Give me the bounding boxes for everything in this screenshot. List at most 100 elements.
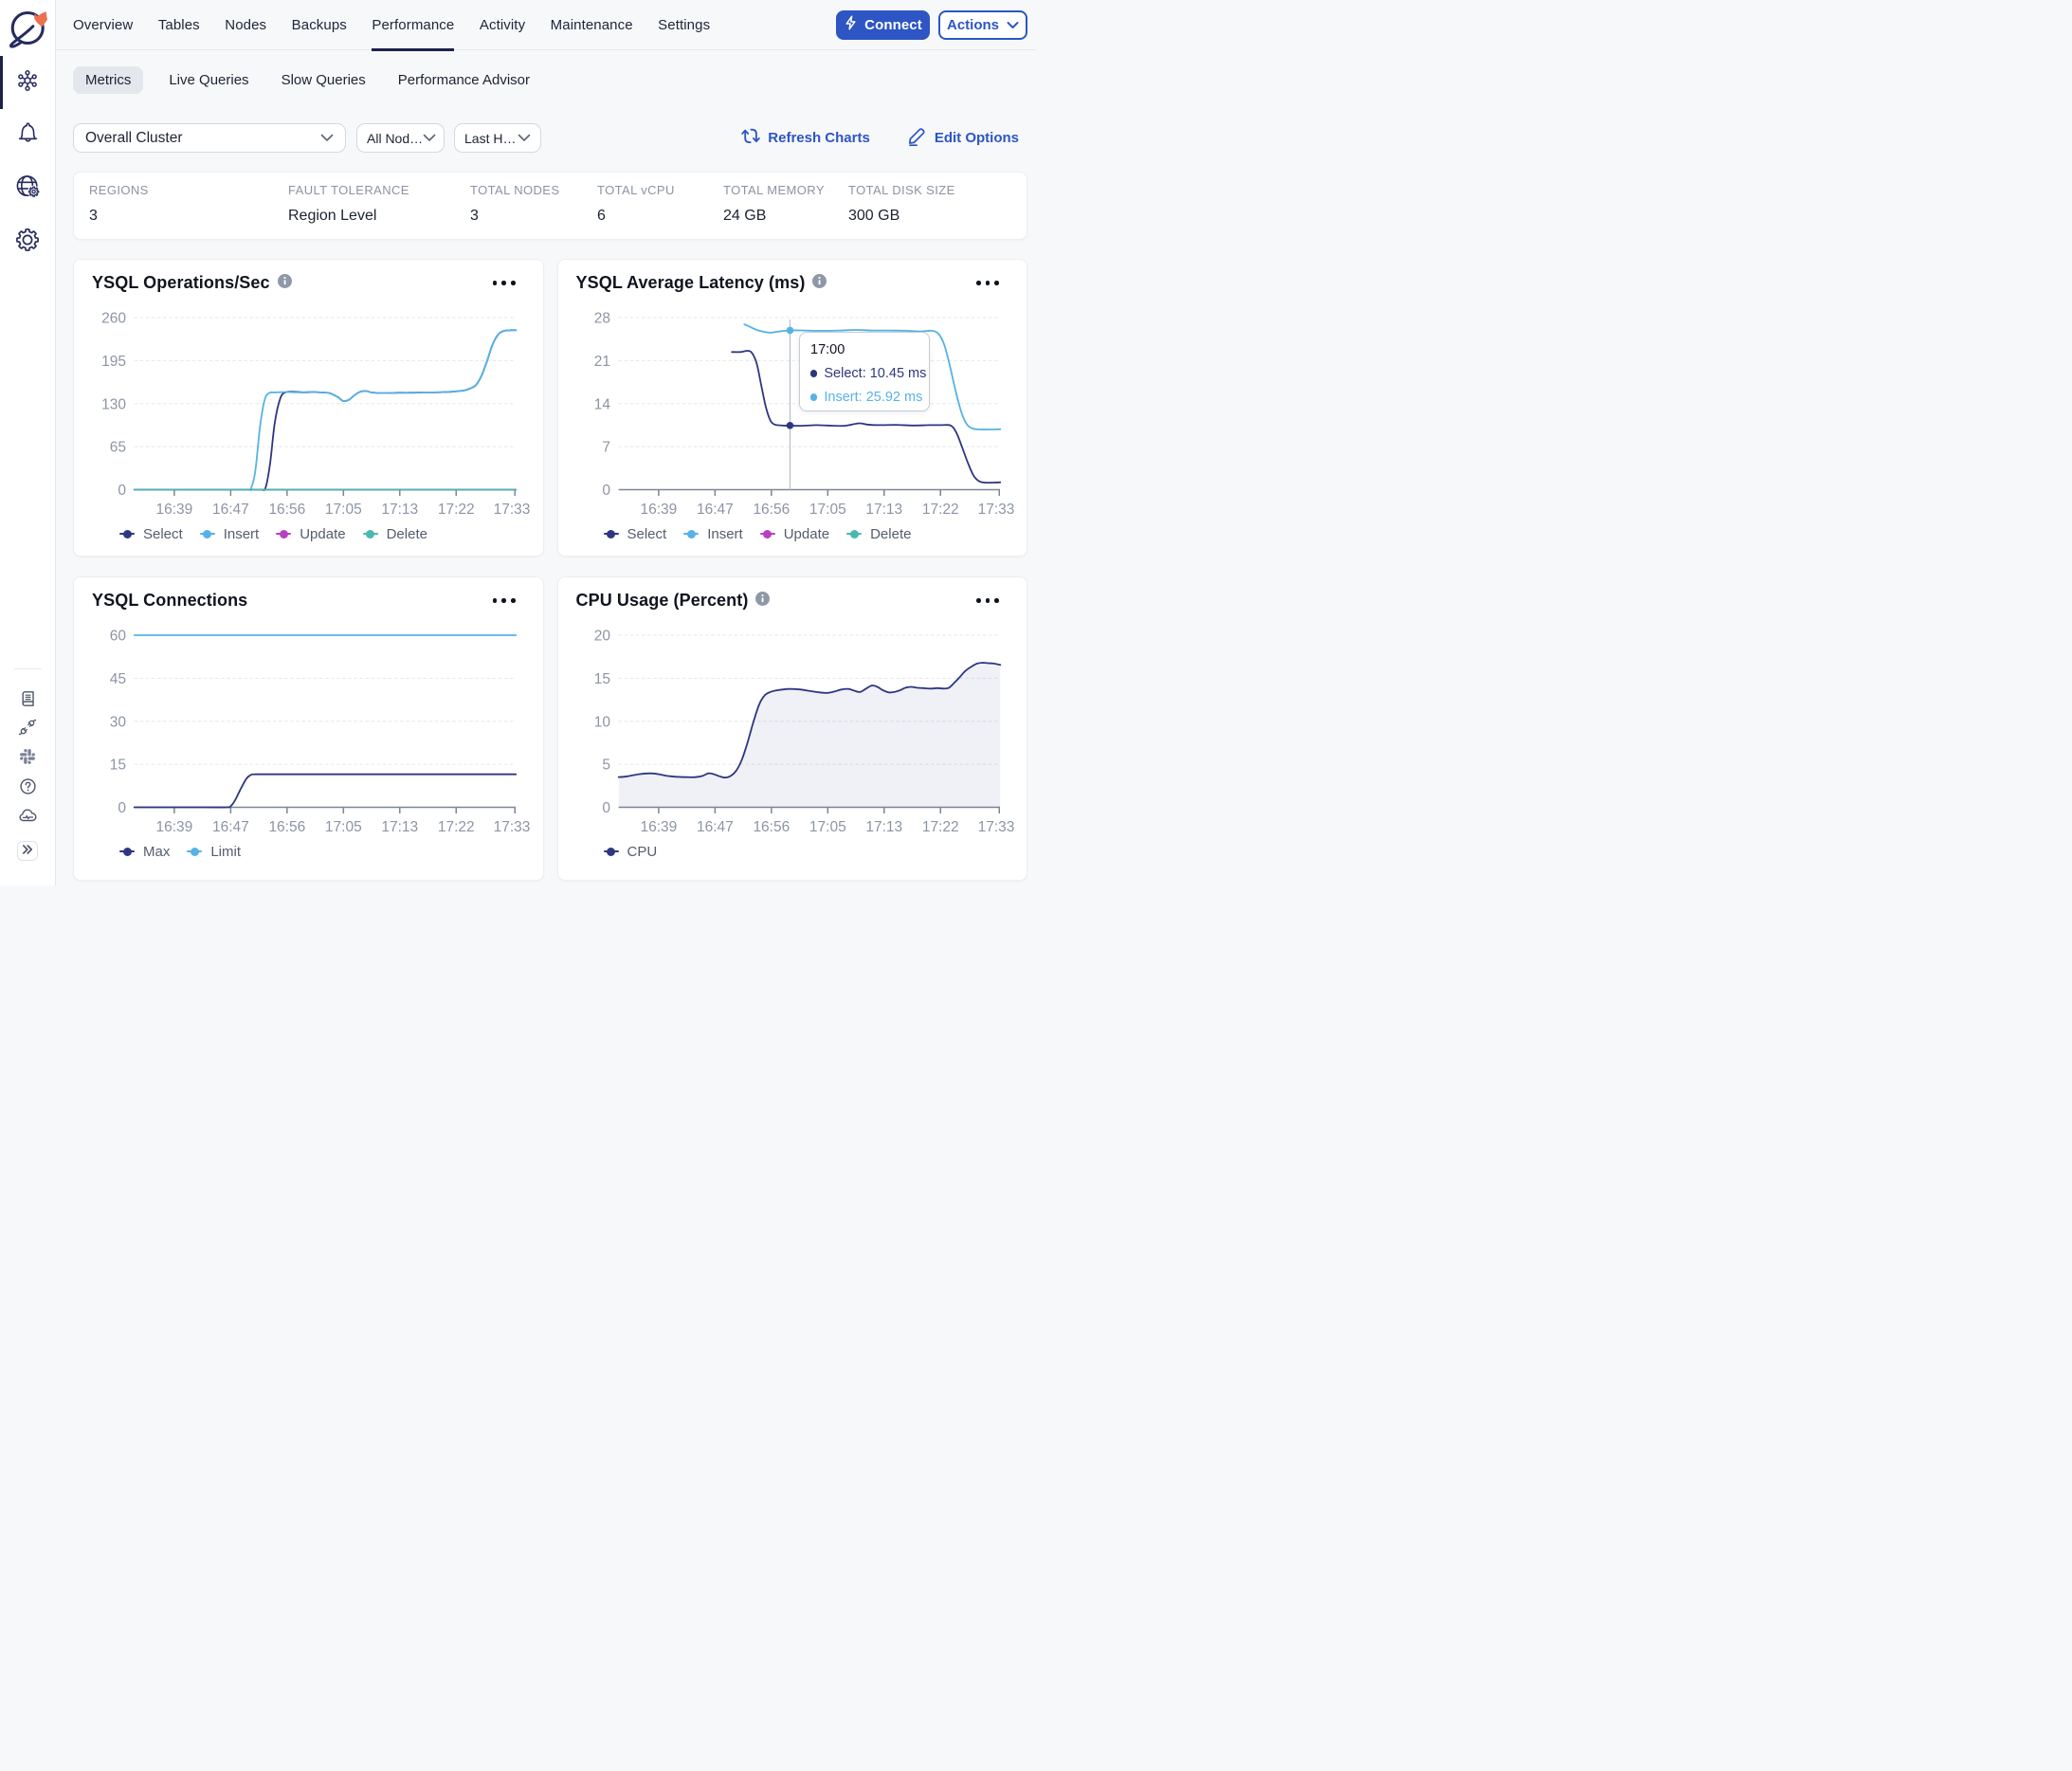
nav-tabs: Overview Tables Nodes Backups Performance Act… — [73, 0, 736, 51]
stat-regions: REGIONS 3 — [89, 183, 288, 239]
sidebar-expand-button[interactable] — [17, 841, 38, 861]
chart-menu-button[interactable] — [492, 598, 516, 603]
nodes-select-value: All Nod… — [367, 130, 424, 146]
svg-text:15: 15 — [593, 671, 609, 687]
tooltip-row-text: Insert: 25.92 ms — [824, 390, 923, 405]
nav-tab-activity[interactable]: Activity — [480, 0, 525, 50]
legend-item-select[interactable]: Select — [119, 526, 183, 542]
subtab-metrics[interactable]: Metrics — [73, 66, 144, 94]
cluster-select-value: Overall Cluster — [85, 129, 183, 146]
svg-text:14: 14 — [593, 396, 610, 412]
edit-options-button[interactable]: Edit Options — [907, 126, 1019, 150]
legend-item-cpu[interactable]: CPU — [603, 844, 657, 860]
tooltip-row-insert: Insert: 25.92 ms — [810, 390, 929, 405]
sidebar-item-integrations[interactable] — [0, 715, 55, 744]
legend-label: Update — [783, 525, 830, 542]
sidebar-item-help[interactable] — [0, 774, 55, 803]
sidebar-item-slack[interactable] — [0, 744, 55, 774]
connect-label: Connect — [864, 16, 922, 33]
chart-title: YSQL Operations/Sec — [92, 273, 270, 292]
sidebar-item-alerts[interactable] — [0, 109, 55, 162]
legend-item-update[interactable]: Update — [759, 525, 830, 542]
cluster-stats-bar: REGIONS 3 FAULT TOLERANCE Region Level TOTAL… — [73, 172, 1027, 240]
svg-text:17:33: 17:33 — [977, 819, 1014, 835]
time-range-select[interactable]: Last H… — [454, 123, 541, 153]
cluster-select[interactable]: Overall Cluster — [73, 123, 346, 153]
nav-tab-performance[interactable]: Performance — [372, 0, 455, 51]
actions-label: Actions — [946, 16, 999, 33]
legend-item-delete[interactable]: Delete — [362, 525, 427, 542]
chevron-down-icon — [320, 134, 334, 142]
svg-text:17:33: 17:33 — [494, 502, 531, 518]
refresh-charts-button[interactable]: Refresh Charts — [741, 127, 870, 149]
stat-total-nodes: TOTAL NODES 3 — [470, 183, 597, 239]
legend-label: Delete — [870, 525, 912, 542]
legend-marker — [199, 528, 215, 539]
svg-text:16:47: 16:47 — [212, 502, 249, 518]
svg-text:16:39: 16:39 — [640, 819, 677, 835]
svg-text:15: 15 — [110, 758, 126, 774]
info-icon[interactable] — [755, 591, 771, 611]
stat-value: 6 — [597, 208, 606, 224]
chart-legend: CPU — [603, 840, 675, 863]
chart-menu-button[interactable] — [492, 281, 516, 285]
svg-text:28: 28 — [593, 311, 609, 327]
legend-item-limit[interactable]: Limit — [187, 844, 241, 860]
info-icon[interactable] — [277, 273, 292, 293]
stat-label: TOTAL DISK SIZE — [848, 183, 955, 197]
svg-text:17:33: 17:33 — [494, 819, 531, 835]
svg-text:16:39: 16:39 — [156, 819, 193, 835]
svg-text:0: 0 — [602, 483, 610, 499]
chart-card-2: YSQL Connections 0 15 30 45 60 16:39 16:47 16:56… — [73, 576, 544, 881]
nav-tab-maintenance[interactable]: Maintenance — [551, 0, 633, 50]
subtab-live-queries[interactable]: Live Queries — [156, 66, 261, 94]
nodes-select[interactable]: All Nod… — [356, 123, 445, 153]
legend-label: Insert — [707, 525, 743, 542]
legend-label: Delete — [386, 525, 427, 542]
svg-text:17:13: 17:13 — [381, 502, 418, 518]
nav-tab-settings[interactable]: Settings — [658, 0, 710, 50]
actions-button[interactable]: Actions — [938, 9, 1027, 40]
svg-text:16:47: 16:47 — [696, 502, 733, 518]
chart-title: YSQL Average Latency (ms) — [575, 273, 806, 292]
nav-tab-overview[interactable]: Overview — [73, 0, 133, 50]
sidebar-item-clusters[interactable] — [0, 56, 55, 109]
chart-legend: Select Insert Update Delete — [119, 522, 445, 545]
chart-plot: 0 5 10 15 20 16:39 16:47 16:56 17:05 17:13 17:22 17… — [593, 629, 1014, 836]
svg-text:17:13: 17:13 — [381, 819, 418, 835]
filters-row: Overall Cluster All Nod… Last H… Refresh… — [73, 123, 1019, 153]
stat-value: 24 GB — [723, 208, 767, 224]
sidebar-item-docs[interactable] — [0, 685, 55, 715]
connect-button[interactable]: Connect — [836, 9, 930, 40]
chart-legend: Max Limit — [119, 840, 258, 863]
sidebar-item-settings[interactable] — [0, 215, 55, 268]
chevron-down-icon — [1007, 17, 1019, 33]
legend-item-max[interactable]: Max — [119, 844, 170, 860]
yugabyte-logo[interactable] — [0, 0, 55, 56]
subtab-performance-advisor[interactable]: Performance Advisor — [386, 66, 542, 94]
nav-tab-nodes[interactable]: Nodes — [225, 0, 266, 50]
legend-item-delete[interactable]: Delete — [846, 526, 911, 542]
legend-label: Insert — [223, 525, 260, 542]
legend-item-insert[interactable]: Insert — [683, 526, 743, 542]
svg-text:17:13: 17:13 — [865, 819, 902, 835]
chart-plot: 0 7 14 21 28 16:39 16:47 16:56 17:05 17:13 17:22 17… — [593, 311, 1014, 519]
chart-menu-button[interactable] — [976, 598, 999, 603]
stat-label: REGIONS — [89, 183, 149, 197]
svg-text:17:22: 17:22 — [438, 502, 475, 518]
time-range-select-value: Last H… — [464, 130, 517, 146]
top-navigation: Overview Tables Nodes Backups Performance Act… — [56, 0, 1036, 51]
legend-item-insert[interactable]: Insert — [199, 525, 260, 542]
legend-item-select[interactable]: Select — [603, 526, 666, 542]
subtab-slow-queries[interactable]: Slow Queries — [269, 66, 378, 94]
legend-item-update[interactable]: Update — [276, 526, 346, 542]
nav-tab-tables[interactable]: Tables — [158, 0, 200, 50]
sidebar-item-network[interactable] — [0, 162, 55, 215]
legend-marker — [603, 528, 619, 539]
nav-tab-backups[interactable]: Backups — [292, 0, 347, 50]
chevron-down-icon — [423, 134, 436, 142]
legend-label: Max — [143, 843, 171, 860]
info-icon[interactable] — [812, 273, 827, 293]
sidebar-item-cloud-status[interactable] — [0, 803, 55, 832]
chart-menu-button[interactable] — [976, 281, 999, 285]
